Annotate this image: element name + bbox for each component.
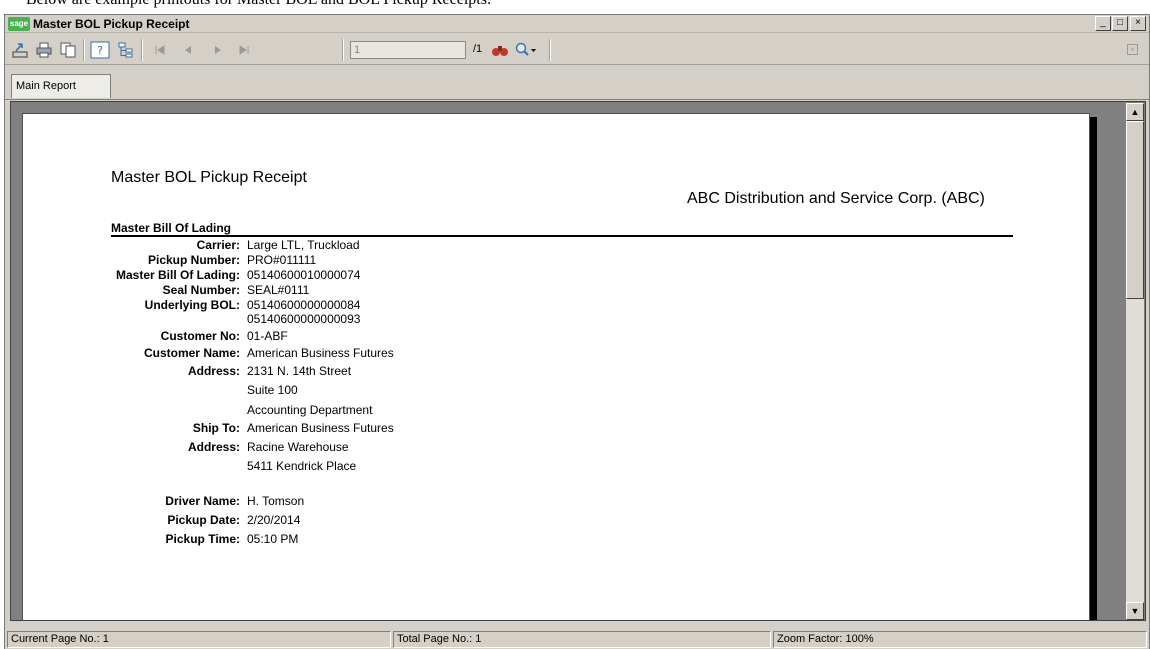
print-icon[interactable] xyxy=(33,39,55,61)
zoom-icon[interactable] xyxy=(515,39,537,61)
field-value: 05140600010000074 xyxy=(247,268,361,282)
scrollbar-thumb[interactable] xyxy=(1126,121,1144,299)
field-label: Customer No: xyxy=(160,329,240,343)
field-row-address: Address: 2131 N. 14th Street xyxy=(23,364,723,378)
field-value: Accounting Department xyxy=(247,403,373,417)
field-row-pickup-time: Pickup Time: 05:10 PM xyxy=(23,532,723,546)
help-icon[interactable]: ? xyxy=(89,39,111,61)
field-row-ship-address-2: 5411 Kendrick Place xyxy=(23,459,723,473)
field-row-address-2: Suite 100 xyxy=(23,383,723,397)
field-row-underlying-bol-2: 05140600000000093 xyxy=(23,312,723,326)
field-row-seal-number: Seal Number: SEAL#0111 xyxy=(23,283,723,297)
close-button[interactable]: × xyxy=(1130,16,1146,31)
toolbar-separator xyxy=(141,39,143,61)
document-caption-text: Below are example printouts for Master B… xyxy=(26,0,491,9)
field-value: 05140600000000093 xyxy=(247,312,361,326)
field-value: Racine Warehouse xyxy=(247,440,349,454)
field-value: 5411 Kendrick Place xyxy=(247,459,357,473)
field-row-pickup-number: Pickup Number: PRO#011111 xyxy=(23,253,723,267)
field-row-master-bol: Master Bill Of Lading: 05140600010000074 xyxy=(23,268,723,282)
export-icon[interactable] xyxy=(9,39,31,61)
minimize-button[interactable]: _ xyxy=(1095,16,1111,31)
field-value: PRO#011111 xyxy=(247,253,317,267)
field-row-carrier: Carrier: Large LTL, Truckload xyxy=(23,238,723,252)
tab-main-report[interactable]: Main Report xyxy=(11,74,111,98)
field-label: Pickup Number: xyxy=(147,253,240,267)
sage-logo-icon: sage xyxy=(8,17,30,31)
status-total-page: Total Page No.: 1 xyxy=(393,631,771,648)
search-binoculars-icon[interactable] xyxy=(489,39,511,61)
document-caption: Below are example printouts for Master B… xyxy=(0,0,1150,14)
tab-bar: Main Report xyxy=(5,66,1149,100)
status-current-page: Current Page No.: 1 xyxy=(7,631,391,648)
field-value: 01-ABF xyxy=(247,329,288,343)
field-label: Pickup Time: xyxy=(165,532,240,546)
toolbar-separator xyxy=(549,39,551,61)
status-bar: Current Page No.: 1 Total Page No.: 1 Zo… xyxy=(5,629,1149,649)
field-value: American Business Futures xyxy=(247,421,394,435)
toolbar: ? 1 /1 × xyxy=(5,35,1149,65)
field-value: 05140600000000084 xyxy=(247,298,361,312)
report-viewer-window: sage Master BOL Pickup Receipt _ □ × ? 1… xyxy=(4,14,1150,649)
field-value: 05:10 PM xyxy=(247,532,299,546)
status-zoom-factor: Zoom Factor: 100% xyxy=(773,631,1147,648)
maximize-button[interactable]: □ xyxy=(1112,16,1128,31)
company-name: ABC Distribution and Service Corp. (ABC) xyxy=(687,190,985,207)
previous-page-icon[interactable] xyxy=(177,39,199,61)
window-title: Master BOL Pickup Receipt xyxy=(33,17,190,31)
field-row-ship-to: Ship To: American Business Futures xyxy=(23,421,723,435)
report-title: Master BOL Pickup Receipt xyxy=(111,169,307,186)
field-label: Address: xyxy=(187,364,240,378)
report-scroll-area[interactable]: Master BOL Pickup Receipt ABC Distributi… xyxy=(12,103,1125,620)
vertical-scrollbar[interactable]: ▲ ▼ xyxy=(1126,103,1144,620)
field-row-customer-name: Customer Name: American Business Futures xyxy=(23,346,723,360)
field-row-driver-name: Driver Name: H. Tomson xyxy=(23,494,723,508)
scroll-down-arrow-icon[interactable]: ▼ xyxy=(1126,602,1144,620)
scroll-up-arrow-icon[interactable]: ▲ xyxy=(1126,103,1144,121)
field-label: Customer Name: xyxy=(143,346,240,360)
field-value: SEAL#0111 xyxy=(247,283,310,297)
copy-icon[interactable] xyxy=(57,39,79,61)
section-divider xyxy=(111,235,1013,237)
page-number-input[interactable]: 1 xyxy=(350,41,466,59)
field-value: 2131 N. 14th Street xyxy=(247,364,352,378)
field-value: 2/20/2014 xyxy=(247,513,301,527)
field-label: Address: xyxy=(187,440,240,454)
title-bar[interactable]: sage Master BOL Pickup Receipt _ □ × xyxy=(5,15,1149,33)
svg-text:?: ? xyxy=(97,44,103,57)
field-value: American Business Futures xyxy=(247,346,394,360)
field-label: Driver Name: xyxy=(165,494,240,508)
field-label: Carrier: xyxy=(196,238,240,252)
field-value: H. Tomson xyxy=(247,494,305,508)
first-page-icon[interactable] xyxy=(149,39,171,61)
report-page: Master BOL Pickup Receipt ABC Distributi… xyxy=(22,113,1090,620)
section-heading: Master Bill Of Lading xyxy=(111,221,232,235)
field-row-address-3: Accounting Department xyxy=(23,403,723,417)
last-page-icon[interactable] xyxy=(233,39,255,61)
field-label: Underlying BOL: xyxy=(144,298,240,312)
field-label: Master Bill Of Lading: xyxy=(115,268,240,282)
toolbar-separator xyxy=(83,39,85,61)
close-report-icon[interactable]: × xyxy=(1127,44,1138,55)
toolbar-separator xyxy=(342,39,344,61)
field-label: Ship To: xyxy=(192,421,240,435)
page-total-label: /1 xyxy=(473,43,483,55)
field-value: Suite 100 xyxy=(247,383,298,397)
report-viewport: Master BOL Pickup Receipt ABC Distributi… xyxy=(10,101,1146,621)
next-page-icon[interactable] xyxy=(207,39,229,61)
field-row-ship-address: Address: Racine Warehouse xyxy=(23,440,723,454)
field-label: Seal Number: xyxy=(162,283,240,297)
field-row-underlying-bol: Underlying BOL: 05140600000000084 xyxy=(23,298,723,312)
field-row-customer-no: Customer No: 01-ABF xyxy=(23,329,723,343)
group-tree-icon[interactable] xyxy=(115,39,137,61)
field-row-pickup-date: Pickup Date: 2/20/2014 xyxy=(23,513,723,527)
field-value: Large LTL, Truckload xyxy=(247,238,360,252)
field-label: Pickup Date: xyxy=(167,513,240,527)
